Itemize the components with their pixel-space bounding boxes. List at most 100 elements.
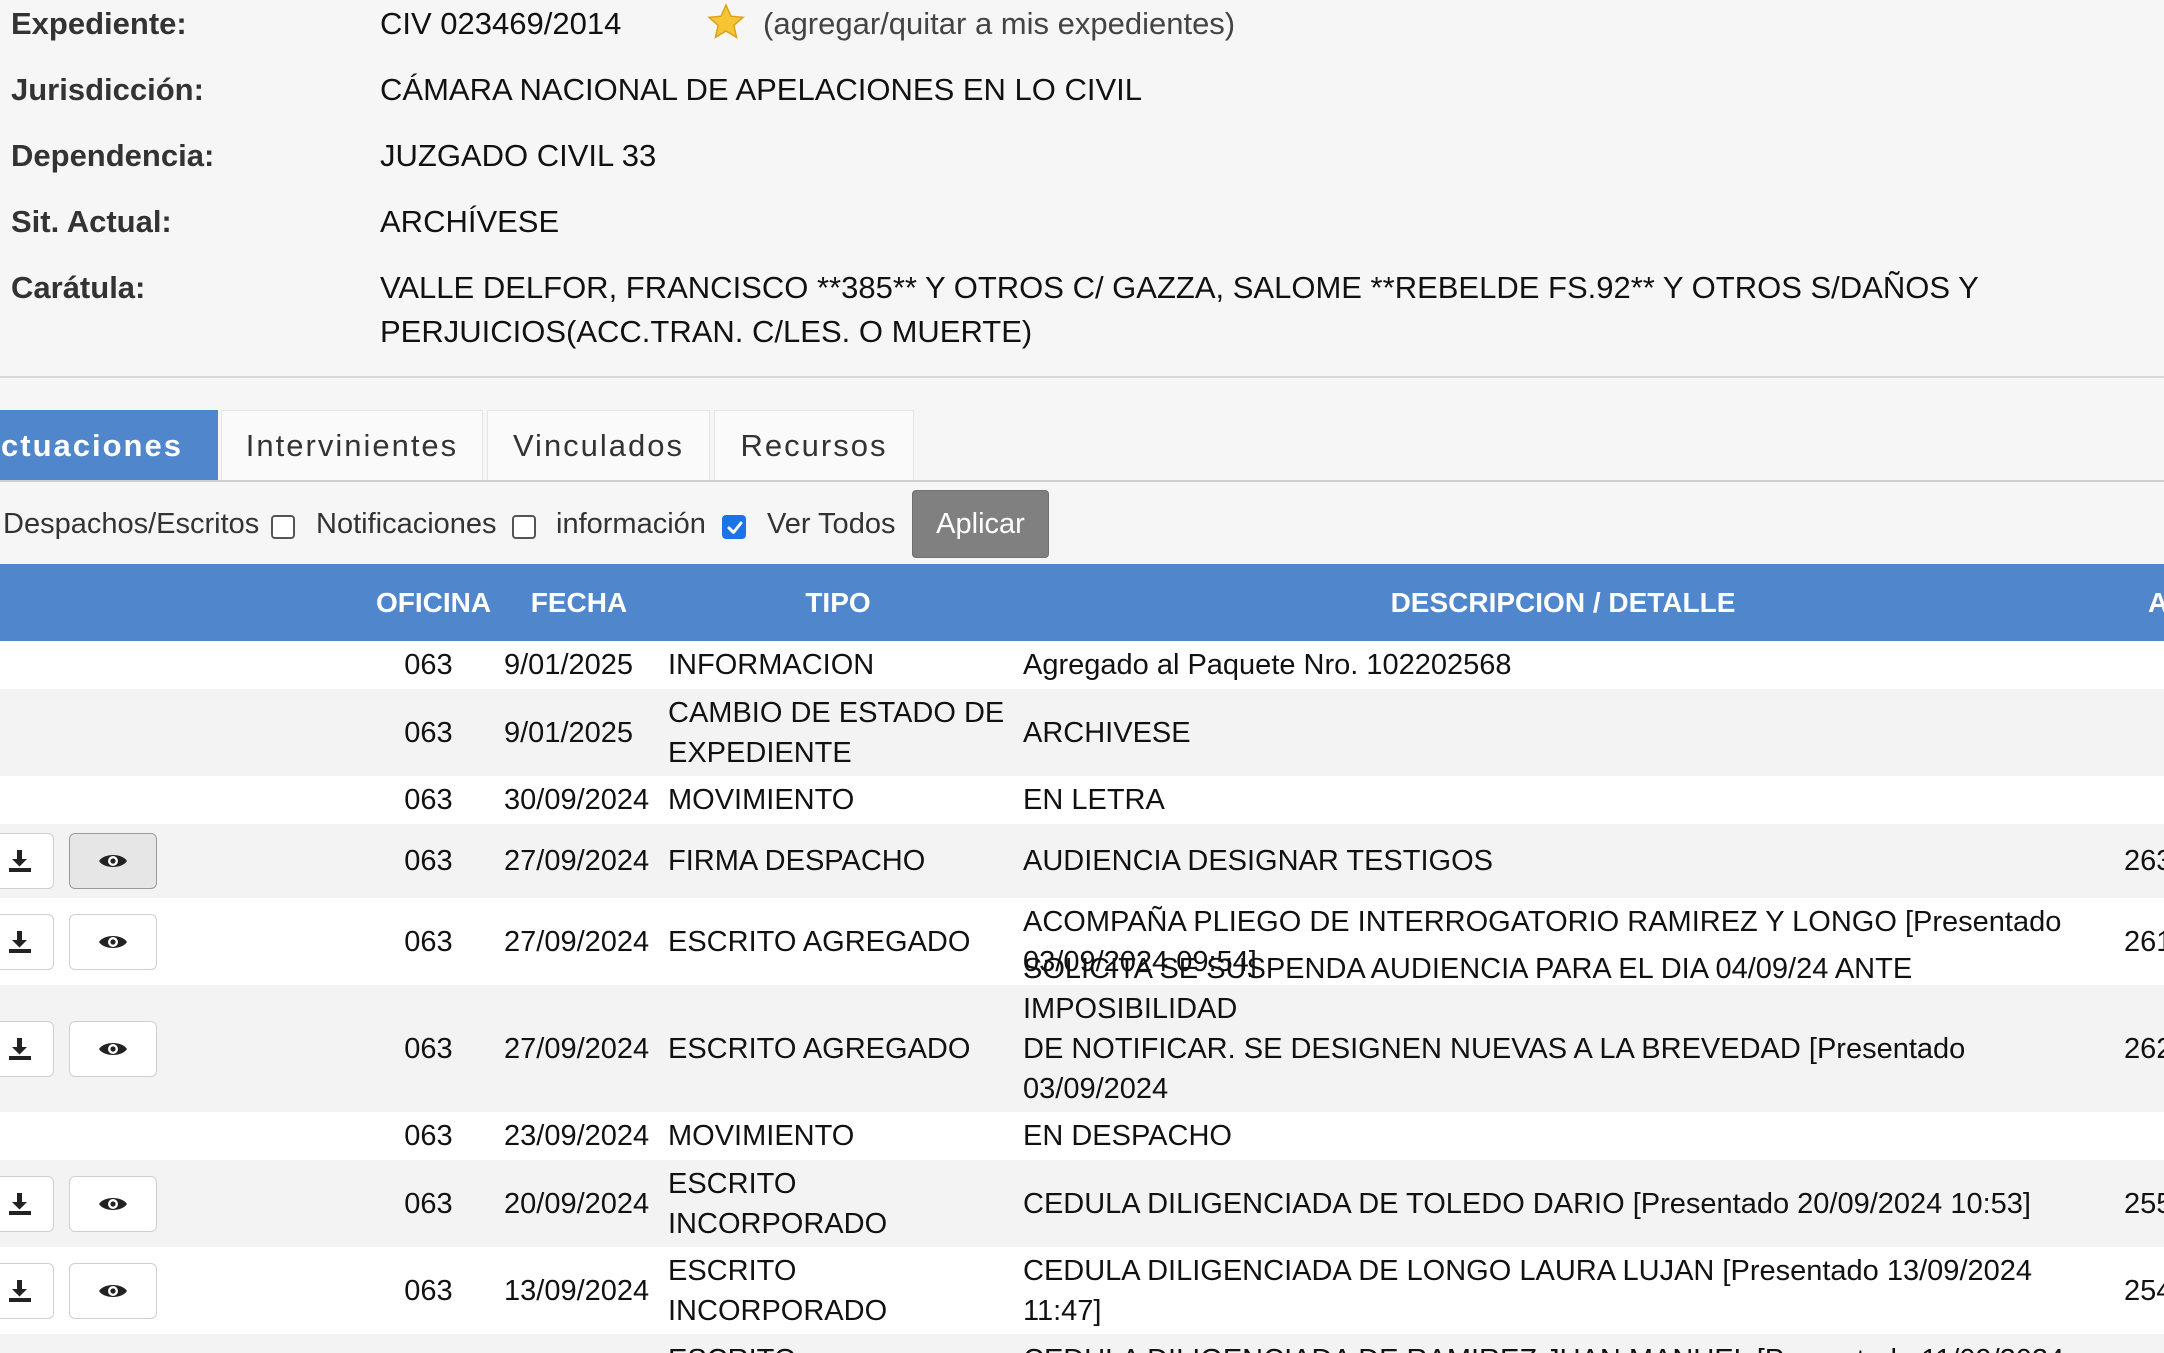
- checkmark-icon: [727, 521, 743, 534]
- cell-descripcion: Agregado al Paquete Nro. 102202568: [1023, 641, 2103, 689]
- cell-fecha: 23/09/2024: [504, 1120, 650, 1152]
- cell-descripcion: CEDULA DILIGENCIADA DE TOLEDO DARIO [Pre…: [1023, 1160, 2103, 1247]
- download-button[interactable]: [0, 1021, 54, 1077]
- section-divider: [0, 376, 2164, 378]
- view-button[interactable]: [69, 914, 157, 970]
- cell-extra: 255: [2124, 1187, 2164, 1220]
- dependencia-label: Dependencia:: [11, 138, 215, 173]
- cell-tipo: ESCRITO INCORPORADO: [668, 1160, 1008, 1247]
- cell-tipo: ESCRITO AGREGADO: [668, 985, 1008, 1112]
- caratula-line-2: PERJUICIOS(ACC.TRAN. C/LES. O MUERTE): [380, 314, 1033, 349]
- expediente-label: Expediente:: [11, 6, 187, 41]
- situacion-value: ARCHÍVESE: [380, 204, 560, 239]
- expediente-value: CIV 023469/2014: [380, 6, 622, 41]
- cell-tipo: INFORMACION: [668, 641, 1008, 689]
- view-button[interactable]: [69, 833, 157, 889]
- table-row: 063 9/01/2025 INFORMACION Agregado al Paque…: [0, 641, 2164, 689]
- cell-fecha: 30/09/2024: [504, 784, 650, 816]
- filter-ver-todos-label[interactable]: Ver Todos: [767, 504, 895, 544]
- cell-tipo-line: ESCRITO: [668, 1340, 796, 1353]
- cell-extra: [2124, 641, 2164, 689]
- star-icon[interactable]: [706, 2, 746, 42]
- table-row: ESCRITO CEDULA DILIGENCIADA DE RAMIREZ JU…: [0, 1334, 2164, 1353]
- table-row: 063 9/01/2025 CAMBIO DE ESTADO DE EXPEDIENT…: [0, 689, 2164, 776]
- filter-notificaciones-checkbox[interactable]: [512, 515, 536, 539]
- cell-tipo-line: ESCRITO: [668, 1167, 797, 1200]
- cell-tipo: MOVIMIENTO: [668, 1112, 1008, 1160]
- cell-fecha: 9/01/2025: [504, 716, 634, 749]
- cell-oficina: 063: [404, 716, 453, 749]
- cell-tipo-line: ESCRITO AGREGADO: [668, 1032, 971, 1065]
- cell-desc-line: CEDULA DILIGENCIADA DE LONGO LAURA LUJAN…: [1023, 1254, 2033, 1327]
- cell-extra: [2124, 689, 2164, 776]
- cell-desc-line: CEDULA DILIGENCIADA DE TOLEDO DARIO [Pre…: [1023, 1187, 2031, 1220]
- situacion-label: Sit. Actual:: [11, 204, 172, 239]
- dependencia-row: Dependencia: JUZGADO CIVIL 33: [0, 134, 2164, 178]
- cell-tipo: ESCRITO: [668, 1334, 1008, 1353]
- filter-despachos-checkbox[interactable]: [271, 515, 295, 539]
- cell-descripcion: EN DESPACHO: [1023, 1112, 2103, 1160]
- table-row: 063 20/09/2024 ESCRITO INCORPORADO CEDULA DI…: [0, 1160, 2164, 1247]
- cell-descripcion: ARCHIVESE: [1023, 689, 2103, 776]
- cell-descripcion: AUDIENCIA DESIGNAR TESTIGOS: [1023, 824, 2103, 898]
- header-oficina: OFICINA: [375, 587, 492, 618]
- cell-extra: 254: [2124, 1274, 2164, 1307]
- header-descripcion: DESCRIPCION / DETALLE: [1390, 587, 1736, 618]
- jurisdiccion-row: Jurisdicción: CÁMARA NACIONAL DE APELACI…: [0, 68, 2164, 112]
- tab-recursos-label: Recursos: [740, 428, 888, 463]
- cell-desc-line: ACOMPAÑA PLIEGO DE INTERROGATORIO RAMIRE…: [1023, 905, 2062, 938]
- cell-extra: 262: [2124, 1032, 2164, 1065]
- situacion-row: Sit. Actual: ARCHÍVESE: [0, 200, 2164, 244]
- tab-vinculados[interactable]: Vinculados: [487, 410, 710, 480]
- cell-tipo-line: INFORMACION: [668, 649, 875, 681]
- caratula-line-1: VALLE DELFOR, FRANCISCO **385** Y OTROS …: [380, 270, 1979, 305]
- caratula-label: Carátula:: [11, 270, 146, 305]
- case-detail-page: Expediente: CIV 023469/2014 (agregar/qui…: [0, 0, 2164, 1353]
- table-row: 063 30/09/2024 MOVIMIENTO EN LETRA: [0, 776, 2164, 824]
- cell-tipo: ESCRITO INCORPORADO: [668, 1247, 1008, 1334]
- header-tipo: TIPO: [805, 587, 871, 618]
- cell-extra: [2124, 1112, 2164, 1160]
- cell-tipo-line: EXPEDIENTE: [668, 736, 852, 769]
- cell-tipo-line: INCORPORADO: [668, 1207, 888, 1240]
- header-extra: A: [2148, 587, 2164, 618]
- jurisdiccion-label: Jurisdicción:: [11, 72, 204, 107]
- cell-tipo-line: MOVIMIENTO: [668, 784, 855, 816]
- cell-desc-line: ARCHIVESE: [1023, 716, 1191, 749]
- tab-recursos[interactable]: Recursos: [714, 410, 914, 480]
- favorite-toggle-link[interactable]: (agregar/quitar a mis expedientes): [763, 2, 1235, 46]
- cell-descripcion: EN LETRA: [1023, 776, 2103, 824]
- cell-fecha: [504, 1334, 654, 1353]
- table-row: 063 27/09/2024 ESCRITO AGREGADO SOLICITA SE…: [0, 953, 2164, 1145]
- cell-desc-line: DE NOTIFICAR. SE DESIGNEN NUEVAS A LA BR…: [1023, 1032, 1966, 1105]
- cell-oficina: 063: [404, 845, 453, 877]
- cell-oficina: 063: [404, 1032, 453, 1065]
- download-button[interactable]: [0, 1176, 54, 1232]
- cell-desc-line: Agregado al Paquete Nro. 102202568: [1023, 649, 1512, 681]
- apply-button[interactable]: Aplicar: [912, 490, 1049, 558]
- tabs-baseline: [0, 480, 2164, 482]
- filter-informacion-checkbox[interactable]: [722, 515, 746, 539]
- cell-desc-line: CEDULA DILIGENCIADA DE RAMIREZ JUAN MANU…: [1023, 1340, 2064, 1353]
- cell-descripcion: CEDULA DILIGENCIADA DE RAMIREZ JUAN MANU…: [1023, 1334, 2103, 1353]
- view-button[interactable]: [69, 1021, 157, 1077]
- cell-oficina: [380, 1334, 477, 1353]
- filter-despachos-label: Despachos/Escritos: [3, 508, 260, 540]
- download-button[interactable]: [0, 833, 54, 889]
- cell-fecha: 9/01/2025: [504, 649, 634, 681]
- tab-actuaciones-label: ctuaciones: [1, 428, 183, 463]
- cell-oficina: 063: [404, 1187, 453, 1220]
- download-button[interactable]: [0, 1263, 54, 1319]
- cell-tipo-line: INCORPORADO: [668, 1294, 888, 1327]
- table-row: 063 23/09/2024 MOVIMIENTO EN DESPACHO: [0, 1112, 2164, 1160]
- tab-vinculados-label: Vinculados: [512, 428, 685, 463]
- filter-informacion-label: información: [556, 508, 706, 540]
- cell-oficina: 063: [404, 649, 453, 681]
- download-button[interactable]: [0, 914, 54, 970]
- view-button[interactable]: [69, 1176, 157, 1232]
- view-button[interactable]: [69, 1263, 157, 1319]
- tab-actuaciones[interactable]: ctuaciones: [0, 410, 218, 480]
- cell-descripcion: SOLICITA SE SUSPENDA AUDIENCIA PARA EL D…: [1023, 953, 2103, 1145]
- cell-desc-line: EN DESPACHO: [1023, 1120, 1232, 1152]
- tab-intervinientes[interactable]: Intervinientes: [221, 410, 483, 480]
